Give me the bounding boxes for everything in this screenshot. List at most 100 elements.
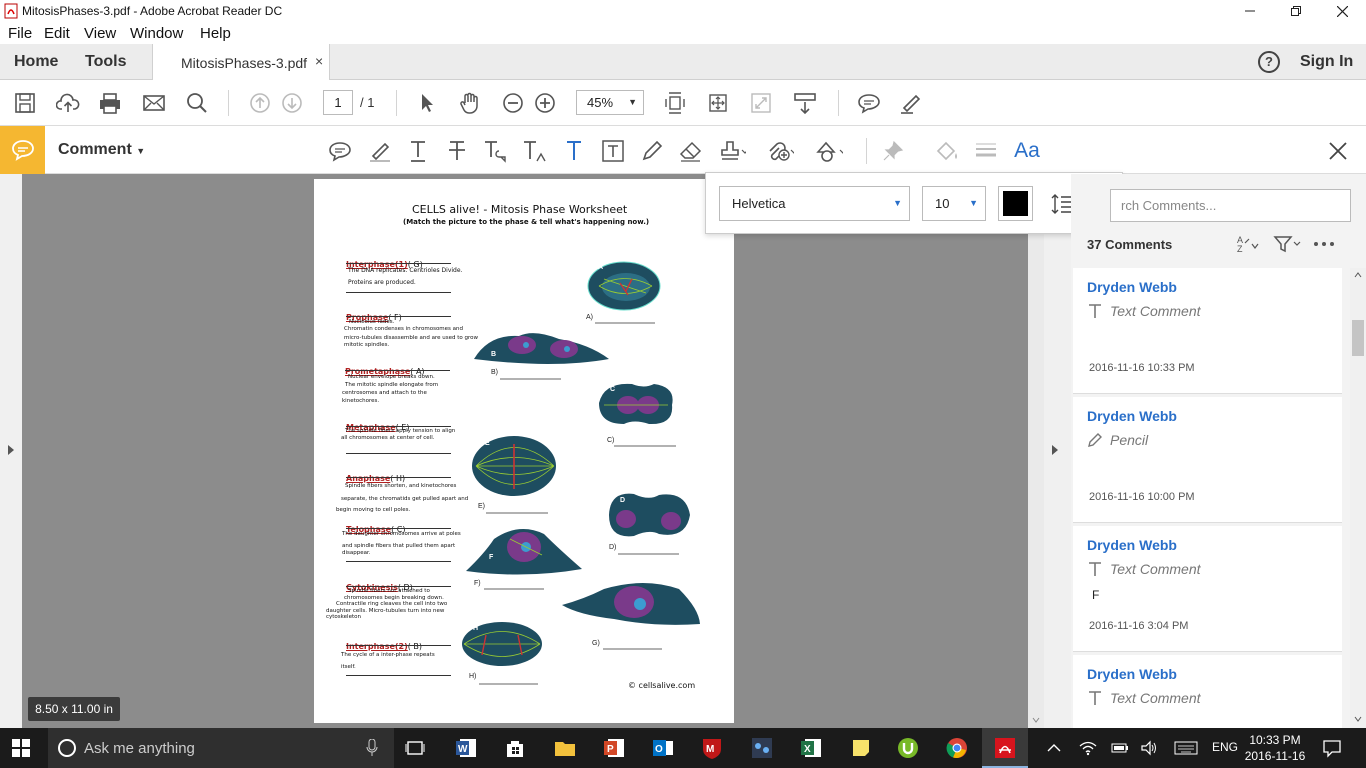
tab-document[interactable]: MitosisPhases-3.pdf × <box>152 44 330 81</box>
comments-scrollbar[interactable] <box>1350 268 1366 728</box>
save-icon[interactable] <box>12 90 38 116</box>
font-color-swatch[interactable] <box>998 186 1033 221</box>
comment-card[interactable]: Dryden Webb Text Comment 2016-11-16 10:3… <box>1073 268 1342 394</box>
next-page-icon[interactable] <box>279 90 305 116</box>
close-toolbar-icon[interactable] <box>1324 137 1352 165</box>
sort-icon[interactable]: AZ <box>1236 234 1262 254</box>
menu-window[interactable]: Window <box>130 25 183 42</box>
fit-page-icon[interactable] <box>662 90 688 116</box>
action-center-icon[interactable] <box>1322 738 1346 762</box>
microphone-icon[interactable] <box>366 739 378 757</box>
scroll-down-icon[interactable] <box>1354 716 1362 722</box>
outlook-icon[interactable]: O <box>651 736 675 760</box>
sticky-note-icon[interactable] <box>326 137 354 165</box>
system-clock[interactable]: 10:33 PM 2016-11-16 <box>1244 732 1306 764</box>
shapes-icon[interactable] <box>815 137 843 165</box>
task-view-icon[interactable] <box>404 736 428 760</box>
tab-home[interactable]: Home <box>14 53 58 71</box>
text-properties-icon[interactable]: Aa <box>1011 137 1043 165</box>
insert-text-icon[interactable] <box>521 137 549 165</box>
comment-card[interactable]: Dryden Webb Text Comment <box>1073 655 1342 728</box>
excel-icon[interactable]: X <box>799 736 823 760</box>
menu-help[interactable]: Help <box>200 25 231 42</box>
show-hidden-icons-icon[interactable] <box>1046 740 1070 764</box>
left-pane-strip[interactable] <box>0 174 22 728</box>
eraser-icon[interactable] <box>677 137 705 165</box>
right-pane-strip[interactable] <box>1044 174 1071 728</box>
store-icon[interactable] <box>503 736 527 760</box>
word-icon[interactable]: W <box>454 736 478 760</box>
replace-text-icon[interactable] <box>482 137 510 165</box>
pencil-icon[interactable] <box>638 137 666 165</box>
collapse-right-pane-icon[interactable] <box>1051 444 1059 456</box>
expand-left-pane-icon[interactable] <box>7 444 15 456</box>
stamp-icon[interactable] <box>718 137 746 165</box>
strikethrough-text-icon[interactable] <box>443 137 471 165</box>
email-icon[interactable] <box>141 90 167 116</box>
touch-keyboard-icon[interactable] <box>1174 740 1198 764</box>
document-scrollbar[interactable] <box>1028 174 1044 728</box>
more-options-icon[interactable] <box>1313 240 1335 248</box>
scrolling-mode-icon[interactable] <box>792 90 818 116</box>
battery-icon[interactable] <box>1110 740 1134 764</box>
menu-edit[interactable]: Edit <box>44 25 70 42</box>
menu-view[interactable]: View <box>84 25 116 42</box>
wifi-icon[interactable] <box>1079 740 1103 764</box>
mcafee-icon[interactable]: M <box>700 736 724 760</box>
zoom-level-select[interactable]: 45% ▼ <box>576 90 644 115</box>
comment-card[interactable]: Dryden Webb Pencil 2016-11-16 10:00 PM <box>1073 397 1342 523</box>
previous-page-icon[interactable] <box>247 90 273 116</box>
close-window-button[interactable] <box>1319 0 1365 22</box>
font-size-select[interactable]: 10 ▼ <box>922 186 986 221</box>
scroll-thumb[interactable] <box>1352 320 1364 356</box>
page-number-input[interactable]: 1 <box>323 90 353 115</box>
upload-cloud-icon[interactable] <box>55 90 81 116</box>
restore-button[interactable] <box>1273 0 1319 22</box>
scroll-down-icon[interactable] <box>1032 717 1040 723</box>
scroll-up-icon[interactable] <box>1354 272 1362 278</box>
text-box-icon[interactable] <box>599 137 627 165</box>
font-family-select[interactable]: Helvetica ▼ <box>719 186 910 221</box>
line-weight-icon[interactable] <box>972 137 1000 165</box>
comment-date: 2016-11-16 10:33 PM <box>1089 362 1195 374</box>
windows-start-icon[interactable] <box>12 739 36 763</box>
cortana-search-box[interactable]: Ask me anything <box>48 728 394 768</box>
print-icon[interactable] <box>97 90 123 116</box>
menu-file[interactable]: File <box>8 25 32 42</box>
chevron-down-icon: ▼ <box>893 198 902 208</box>
pin-icon[interactable] <box>879 137 907 165</box>
picture-caption: C) <box>607 437 615 444</box>
powerpoint-icon[interactable]: P <box>602 736 626 760</box>
comment-menu-label[interactable]: Comment ▼ <box>58 141 145 159</box>
minimize-button[interactable] <box>1227 0 1273 22</box>
sign-in-button[interactable]: Sign In <box>1300 53 1353 71</box>
add-text-icon[interactable] <box>560 137 588 165</box>
chrome-icon[interactable] <box>945 736 969 760</box>
utorrent-icon[interactable] <box>896 736 920 760</box>
select-pointer-icon[interactable] <box>414 90 440 116</box>
close-tab-icon[interactable]: × <box>315 53 323 69</box>
add-comment-icon[interactable] <box>856 90 882 116</box>
search-icon[interactable] <box>184 90 210 116</box>
sticky-notes-icon[interactable] <box>849 736 873 760</box>
fill-color-icon[interactable] <box>933 137 961 165</box>
underline-text-icon[interactable] <box>404 137 432 165</box>
volume-icon[interactable] <box>1140 740 1164 764</box>
acrobat-taskbar-button[interactable] <box>982 728 1028 768</box>
filter-icon[interactable] <box>1273 234 1301 254</box>
file-explorer-icon[interactable] <box>553 736 577 760</box>
network-app-icon[interactable] <box>750 736 774 760</box>
highlight-pen-icon[interactable] <box>898 90 924 116</box>
attach-file-icon[interactable] <box>766 137 794 165</box>
hand-tool-icon[interactable] <box>457 90 483 116</box>
highlight-text-icon[interactable] <box>366 137 394 165</box>
zoom-in-icon[interactable] <box>532 90 558 116</box>
tab-tools[interactable]: Tools <box>85 53 126 71</box>
help-icon[interactable]: ? <box>1258 51 1280 73</box>
language-indicator[interactable]: ENG <box>1212 740 1238 754</box>
search-comments-input[interactable]: rch Comments... <box>1110 189 1351 222</box>
fit-width-icon[interactable] <box>705 90 731 116</box>
full-screen-icon[interactable] <box>748 90 774 116</box>
zoom-out-icon[interactable] <box>500 90 526 116</box>
comment-card[interactable]: Dryden Webb Text Comment F 2016-11-16 3:… <box>1073 526 1342 652</box>
